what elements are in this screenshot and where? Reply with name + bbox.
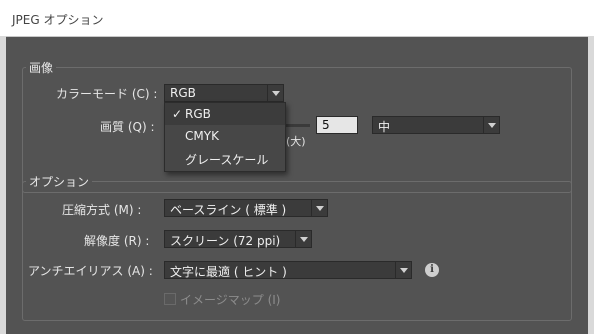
chevron-down-icon <box>483 117 499 133</box>
color-mode-option-rgb[interactable]: ✓ RGB <box>165 103 285 125</box>
antialias-select[interactable]: 文字に最適 ( ヒント ) <box>164 261 412 279</box>
option-label: CMYK <box>185 129 219 143</box>
compression-select[interactable]: ベースライン ( 標準 ) <box>164 199 328 217</box>
resolution-value: スクリーン (72 ppi) <box>170 234 281 248</box>
color-mode-dropdown: ✓ RGB CMYK グレースケール <box>164 102 286 172</box>
compression-label: 圧縮方式 (M) : <box>62 203 142 217</box>
imagemap-checkbox[interactable] <box>164 293 176 305</box>
option-label: RGB <box>185 107 211 121</box>
color-mode-label: カラーモード (C) : <box>56 87 158 101</box>
quality-large-label: (大) <box>286 135 306 148</box>
quality-preset-select[interactable]: 中 <box>372 116 500 134</box>
resolution-label: 解像度 (R) : <box>84 234 150 248</box>
dialog-body: 画像 カラーモード (C) : RGB 画質 (Q) : 5 (大) 中 オプシ… <box>6 37 588 334</box>
image-group-legend: 画像 <box>26 59 57 76</box>
color-mode-select[interactable]: RGB <box>164 84 284 102</box>
chevron-down-icon <box>267 85 283 101</box>
quality-preset-value: 中 <box>378 120 391 134</box>
compression-value: ベースライン ( 標準 ) <box>170 203 287 217</box>
info-icon[interactable]: i <box>425 263 439 277</box>
window-frame-right <box>588 36 594 334</box>
color-mode-option-cmyk[interactable]: CMYK <box>165 125 285 147</box>
checkmark-icon: ✓ <box>172 107 183 121</box>
imagemap-label: イメージマップ (I) <box>180 293 281 307</box>
chevron-down-icon <box>395 262 411 278</box>
option-label: グレースケール <box>185 153 269 167</box>
quality-input[interactable]: 5 <box>316 116 358 134</box>
resolution-select[interactable]: スクリーン (72 ppi) <box>164 230 312 248</box>
antialias-label: アンチエイリアス (A) : <box>28 264 153 278</box>
options-group-legend: オプション <box>26 173 93 190</box>
color-mode-option-grayscale[interactable]: グレースケール <box>165 147 285 169</box>
window-title: JPEG オプション <box>12 13 104 27</box>
color-mode-value: RGB <box>170 86 196 100</box>
quality-label: 画質 (Q) : <box>100 120 155 134</box>
title-bar: JPEG オプション <box>0 0 594 37</box>
chevron-down-icon <box>311 200 327 216</box>
chevron-down-icon <box>295 231 311 247</box>
antialias-value: 文字に最適 ( ヒント ) <box>170 265 287 279</box>
